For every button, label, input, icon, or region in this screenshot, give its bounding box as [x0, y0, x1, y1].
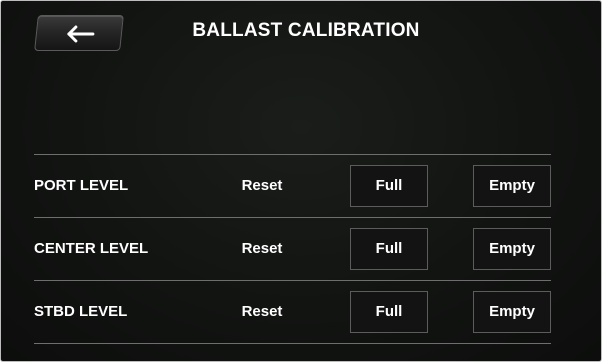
- port-level-label: PORT LEVEL: [34, 177, 129, 194]
- stbd-level-label: STBD LEVEL: [34, 303, 128, 320]
- stbd-level-row: STBD LEVEL Reset Full Empty: [34, 281, 564, 343]
- center-level-label: CENTER LEVEL: [34, 240, 149, 257]
- stbd-empty-button[interactable]: Empty: [473, 291, 551, 333]
- stbd-full-button[interactable]: Full: [350, 291, 428, 333]
- stbd-reset-button[interactable]: Reset: [232, 281, 292, 343]
- center-reset-button[interactable]: Reset: [232, 218, 292, 280]
- port-full-button[interactable]: Full: [350, 165, 428, 207]
- center-empty-button[interactable]: Empty: [473, 228, 551, 270]
- divider: [34, 343, 551, 344]
- port-level-row: PORT LEVEL Reset Full Empty: [34, 155, 564, 217]
- port-reset-button[interactable]: Reset: [232, 155, 292, 217]
- port-empty-button[interactable]: Empty: [473, 165, 551, 207]
- page-title: BALLAST CALIBRATION: [192, 20, 420, 41]
- ballast-calibration-screen: BALLAST CALIBRATION PORT LEVEL Reset Ful…: [0, 0, 602, 362]
- center-full-button[interactable]: Full: [350, 228, 428, 270]
- center-level-row: CENTER LEVEL Reset Full Empty: [34, 218, 564, 280]
